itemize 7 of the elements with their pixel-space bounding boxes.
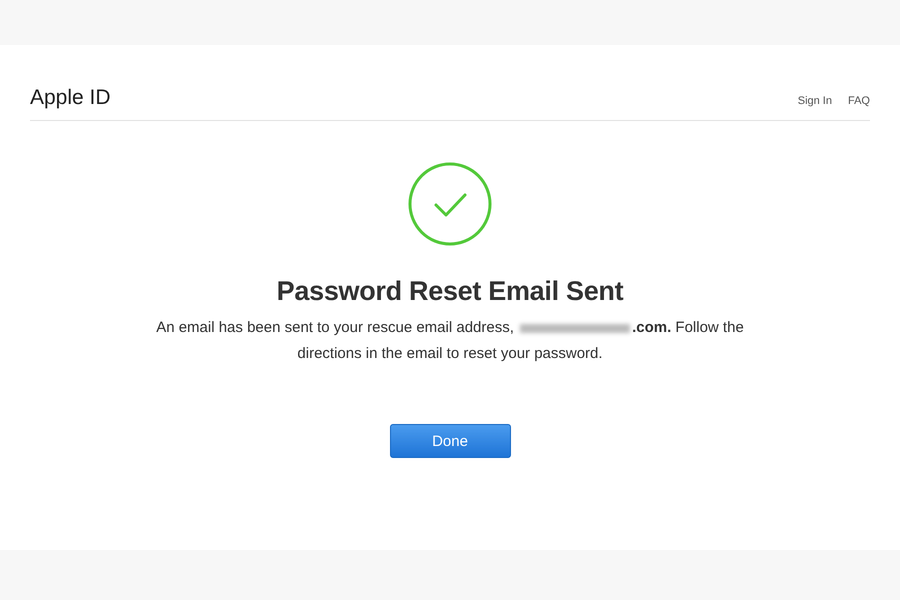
success-check-icon [408,162,492,246]
nav-link[interactable]: FAQ [848,95,870,107]
nav-link[interactable]: Sign In [798,95,832,107]
site-title: Apple ID [30,86,111,110]
done-button[interactable]: Done [390,424,510,458]
confirmation-heading: Password Reset Email Sent [276,276,624,307]
confirmation-message: An email has been sent to your rescue email address, .com. Follow the directions in the email to reset your password. [155,318,745,364]
